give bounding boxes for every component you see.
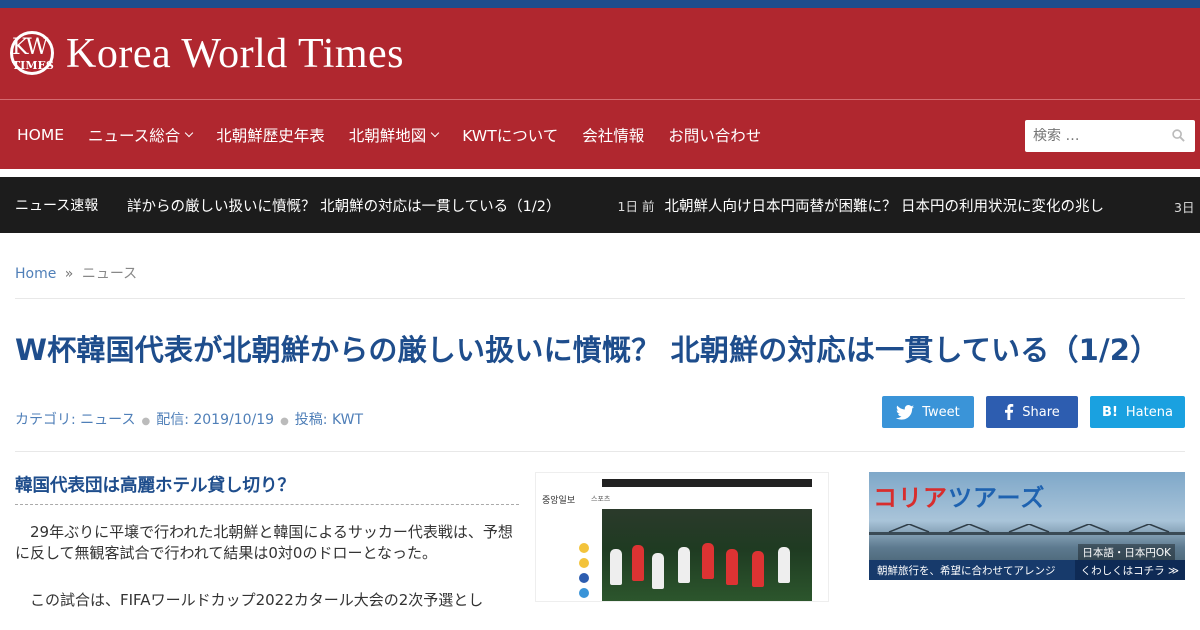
twitter-icon	[579, 588, 589, 598]
breadcrumb-current[interactable]: ニュース	[82, 266, 137, 282]
ad-tagline: 朝鮮旅行を、希望に合わせてアレンジ	[877, 564, 1056, 577]
player-figure	[726, 549, 738, 585]
meta-date: 配信: 2019/10/19	[156, 412, 275, 428]
main-nav: HOME ニュース総合 北朝鮮歴史年表 北朝鮮地図 KWTについて 会社情報 お…	[0, 100, 1200, 169]
ad-title-a: コリア	[873, 484, 948, 512]
nav-map[interactable]: 北朝鮮地図	[337, 124, 451, 146]
breadcrumb-home[interactable]: Home	[15, 266, 56, 282]
korea-tours-ad-banner[interactable]: コリアツアーズ 日本語・日本円OK 朝鮮旅行を、希望に合わせてアレンジ くわしく…	[869, 472, 1185, 580]
share-dot-icon	[579, 543, 589, 553]
logo-times: TIMES	[12, 58, 54, 72]
tweet-label: Tweet	[922, 404, 960, 420]
breadcrumb-separator: »	[64, 266, 74, 282]
hatena-button[interactable]: B! Hatena	[1090, 396, 1185, 428]
nav-history[interactable]: 北朝鮮歴史年表	[204, 124, 337, 146]
nav-contact-label: お問い合わせ	[668, 126, 762, 145]
player-figure	[778, 547, 790, 583]
player-figure	[752, 551, 764, 587]
photo-header-bar	[602, 479, 812, 487]
search-box	[1025, 120, 1195, 152]
player-figure	[632, 545, 644, 581]
ad-title: コリアツアーズ	[873, 478, 1045, 513]
breaking-news-ticker: ニュース速報 詳からの厳しい扱いに憤慨？ 北朝鮮の対応は一貫している（1/2） …	[0, 177, 1200, 233]
player-figure	[652, 553, 664, 589]
newspaper-logo: 중앙일보	[542, 496, 576, 506]
ticker-item[interactable]: 詳からの厳しい扱いに憤慨？ 北朝鮮の対応は一貫している（1/2）	[127, 195, 561, 216]
facebook-share-button[interactable]: Share	[986, 396, 1078, 428]
article-meta-row: カテゴリ: ニュース ● 配信: 2019/10/19 ● 投稿: KWT Tweet …	[15, 396, 1185, 452]
top-accent-bar	[0, 0, 1200, 8]
article-photo[interactable]: 중앙일보 스포츠	[535, 472, 829, 602]
bridge-illustration	[869, 524, 1185, 535]
article-subheading: 韓国代表団は高麗ホテル貸し切り？	[15, 472, 519, 505]
nav-company[interactable]: 会社情報	[570, 124, 656, 146]
ticker-wrapper: ニュース速報 詳からの厳しい扱いに憤慨？ 北朝鮮の対応は一貫している（1/2） …	[0, 177, 1200, 241]
article-meta: カテゴリ: ニュース ● 配信: 2019/10/19 ● 投稿: KWT	[15, 396, 363, 451]
article-paragraph: この試合は、FIFAワールドカップ2022カタール大会の2次予選とし	[15, 591, 484, 609]
nav-about[interactable]: KWTについて	[450, 124, 570, 146]
player-figure	[610, 549, 622, 585]
search-icon[interactable]	[1172, 129, 1185, 142]
search-input[interactable]	[1033, 128, 1163, 144]
ticker-time: 1日 前	[617, 198, 655, 214]
photo-share-icons	[579, 543, 589, 601]
nav-news[interactable]: ニュース総合	[76, 124, 204, 146]
nav-map-label: 北朝鮮地図	[348, 126, 427, 145]
site-logo[interactable]: KW TIMES	[8, 30, 58, 77]
nav-company-label: 会社情報	[582, 126, 645, 145]
article-title: W杯韓国代表が北朝鮮からの厳しい扱いに憤慨？ 北朝鮮の対応は一貫している（1/2…	[15, 333, 1160, 367]
meta-category[interactable]: カテゴリ: ニュース	[15, 412, 135, 428]
tweet-button[interactable]: Tweet	[882, 396, 974, 428]
chevron-down-icon	[185, 128, 194, 137]
meta-dot: ●	[280, 416, 289, 427]
ticker-time: 3日	[1174, 200, 1195, 215]
breadcrumb: Home » ニュース	[15, 241, 1185, 299]
meta-dot: ●	[141, 416, 151, 427]
player-figure	[678, 547, 690, 583]
newspaper-section: 스포츠	[591, 495, 611, 503]
nav-home[interactable]: HOME	[5, 126, 76, 144]
nav-news-label: ニュース総合	[88, 126, 181, 145]
facebook-label: Share	[1022, 404, 1060, 420]
nav-home-label: HOME	[17, 125, 65, 144]
hatena-icon: B!	[1102, 404, 1118, 420]
hatena-label: Hatena	[1125, 404, 1173, 420]
ad-bottom-bar: 朝鮮旅行を、希望に合わせてアレンジ くわしくはコチラ ≫	[869, 560, 1185, 580]
logo-kw: KW	[12, 34, 48, 60]
player-figure	[702, 543, 714, 579]
ad-title-b: ツアーズ	[948, 484, 1046, 512]
nav-contact[interactable]: お問い合わせ	[656, 124, 773, 146]
site-header: KW TIMES Korea World Times	[0, 8, 1200, 100]
nav-history-label: 北朝鮮歴史年表	[216, 126, 325, 145]
ad-more-link[interactable]: くわしくはコチラ ≫	[1074, 560, 1185, 580]
ad-badge: 日本語・日本円OK	[1078, 544, 1175, 561]
chevron-down-icon	[431, 128, 440, 137]
facebook-icon	[1005, 404, 1014, 420]
twitter-icon	[896, 404, 915, 420]
article-paragraph: 29年ぶりに平壌で行われた北朝鮮と韓国によるサッカー代表戦は、予想に反して無観客…	[15, 523, 513, 562]
facebook-icon	[579, 573, 589, 583]
ticker-item[interactable]: 北朝鮮人向け日本円両替が困難に？ 日本円の利用状況に変化の兆し	[664, 195, 1104, 216]
soccer-players-image	[602, 509, 812, 601]
nav-about-label: KWTについて	[462, 126, 559, 145]
ticker-label: ニュース速報	[15, 198, 99, 214]
share-dot-icon	[579, 558, 589, 568]
site-title[interactable]: Korea World Times	[66, 30, 404, 78]
meta-author[interactable]: 投稿: KWT	[295, 412, 363, 428]
